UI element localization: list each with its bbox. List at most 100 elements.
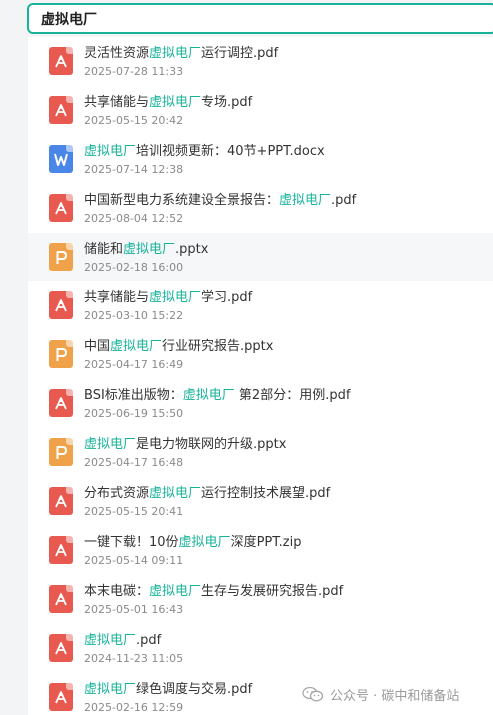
file-name-text: 一键下载！10份: [84, 534, 179, 550]
file-name: 虚拟电厂绿色调度与交易.pdf: [84, 682, 252, 698]
keyword-highlight: 虚拟电厂: [84, 681, 137, 697]
file-name: 虚拟电厂培训视频更新：40节+PPT.docx: [84, 144, 325, 160]
keyword-highlight: 虚拟电厂: [149, 46, 202, 61]
pdf-icon: [49, 584, 73, 613]
file-name: 中国新型电力系统建设全景报告：虚拟电厂.pdf: [84, 193, 356, 209]
left-gutter: [0, 0, 28, 715]
pdf-icon: [49, 487, 73, 516]
file-name: BSI标准出版物：虚拟电厂 第2部分：用例.pdf: [84, 388, 350, 404]
file-date: 2025-05-14 09:11: [84, 553, 184, 567]
file-name-text: 第2部分：用例.pdf: [234, 388, 351, 404]
pdf-icon: [49, 47, 73, 75]
keyword-highlight: 虚拟电厂: [123, 241, 176, 257]
file-name-text: 运行调控.pdf: [201, 46, 279, 61]
ppt-icon: [49, 242, 73, 271]
file-name-text: 绿色调度与交易.pdf: [136, 681, 253, 697]
file-name-text: .pptx: [175, 241, 209, 257]
keyword-highlight: 虚拟电厂: [84, 437, 137, 453]
keyword-highlight: 虚拟电厂: [149, 290, 202, 306]
file-row[interactable]: 储能和虚拟电厂.pptx 2025-02-18 16:00: [28, 232, 493, 282]
file-row[interactable]: 虚拟电厂.pdf 2024-11-23 11:05: [28, 623, 493, 673]
watermark: 公众号 · 碳中和储备站: [302, 684, 459, 704]
watermark-text: 公众号 · 碳中和储备站: [330, 688, 460, 704]
file-name: 本末电碳：虚拟电厂生存与发展研究报告.pdf: [84, 584, 343, 600]
file-row[interactable]: 虚拟电厂培训视频更新：40节+PPT.docx 2025-07-14 12:38: [28, 134, 493, 184]
file-date: 2025-05-15 20:42: [84, 113, 184, 127]
file-name-text: 深度PPT.zip: [230, 534, 302, 550]
file-row[interactable]: 虚拟电厂是电力物联网的升级.pptx 2025-04-17 16:48: [28, 428, 493, 478]
file-row[interactable]: 共享储能与虚拟电厂专场.pdf 2025-05-15 20:42: [28, 85, 493, 135]
file-name-text: 是电力物联网的升级.pptx: [136, 437, 287, 453]
keyword-highlight: 虚拟电厂: [110, 339, 163, 355]
pdf-icon: [49, 633, 73, 662]
ppt-icon: [49, 438, 73, 467]
keyword-highlight: 虚拟电厂: [149, 94, 202, 110]
file-row[interactable]: 灵活性资源虚拟电厂运行调控.pdf 2025-07-28 11:33: [28, 37, 493, 86]
keyword-highlight: 虚拟电厂: [149, 486, 202, 502]
file-name-text: 灵活性资源: [84, 46, 150, 61]
file-row[interactable]: 中国虚拟电厂行业研究报告.pptx 2025-04-17 16:49: [28, 330, 493, 380]
file-row[interactable]: BSI标准出版物：虚拟电厂 第2部分：用例.pdf 2025-06-19 15:5…: [28, 379, 493, 429]
file-row[interactable]: 一键下载！10份虚拟电厂深度PPT.zip 2025-05-14 09:11: [28, 525, 493, 575]
file-row[interactable]: 分布式资源虚拟电厂运行控制技术展望.pdf 2025-05-15 20:41: [28, 477, 493, 526]
keyword-highlight: 虚拟电厂: [279, 192, 332, 208]
ppt-icon: [49, 340, 73, 369]
file-name-text: 中国: [84, 339, 111, 355]
file-name: 一键下载！10份虚拟电厂深度PPT.zip: [84, 535, 301, 551]
file-name: 中国虚拟电厂行业研究报告.pptx: [84, 339, 273, 355]
search-box[interactable]: [27, 3, 493, 34]
file-list: 灵活性资源虚拟电厂运行调控.pdf 2025-07-28 11:33 共享储能与虚拟…: [28, 37, 493, 715]
file-name-text: 培训视频更新：40节+PPT.docx: [136, 143, 325, 159]
keyword-highlight: 虚拟电厂: [84, 632, 137, 648]
file-name-text: 学习.pdf: [201, 290, 253, 306]
file-name-text: 共享储能与: [84, 94, 150, 110]
file-name: 储能和虚拟电厂.pptx: [84, 242, 208, 258]
file-date: 2025-08-04 12:52: [84, 211, 184, 225]
file-name-text: 生存与发展研究报告.pdf: [201, 583, 344, 599]
keyword-highlight: 虚拟电厂: [149, 583, 202, 599]
file-name: 灵活性资源虚拟电厂运行调控.pdf: [84, 46, 278, 62]
file-row[interactable]: 中国新型电力系统建设全景报告：虚拟电厂.pdf 2025-08-04 12:52: [28, 183, 493, 233]
file-date: 2025-05-01 16:43: [84, 602, 184, 616]
file-name-text: 中国新型电力系统建设全景报告：: [84, 192, 280, 208]
file-date: 2025-07-14 12:38: [84, 162, 184, 176]
file-row[interactable]: 本末电碳：虚拟电厂生存与发展研究报告.pdf 2025-05-01 16:43: [28, 574, 493, 624]
keyword-highlight: 虚拟电厂: [182, 388, 235, 404]
file-name: 共享储能与虚拟电厂专场.pdf: [84, 95, 252, 111]
file-name-text: 运行控制技术展望.pdf: [201, 486, 331, 502]
keyword-highlight: 虚拟电厂: [178, 534, 231, 550]
file-name: 虚拟电厂.pdf: [84, 633, 161, 649]
file-name-text: 本末电碳：: [84, 583, 150, 599]
pdf-icon: [49, 193, 73, 222]
search-input[interactable]: [41, 9, 461, 29]
pdf-icon: [49, 389, 73, 418]
keyword-highlight: 虚拟电厂: [84, 143, 137, 159]
file-name-text: .pdf: [331, 192, 357, 208]
file-date: 2025-07-28 11:33: [84, 65, 184, 78]
file-name-text: 分布式资源: [84, 486, 150, 502]
file-row[interactable]: 共享储能与虚拟电厂学习.pdf 2025-03-10 15:22: [28, 281, 493, 331]
file-date: 2025-02-18 16:00: [84, 260, 184, 274]
pdf-icon: [49, 535, 73, 564]
pdf-icon: [49, 95, 73, 124]
file-date: 2025-03-10 15:22: [84, 309, 184, 323]
file-name: 虚拟电厂是电力物联网的升级.pptx: [84, 437, 286, 453]
file-name: 共享储能与虚拟电厂学习.pdf: [84, 290, 252, 306]
file-date: 2024-11-23 11:05: [84, 651, 184, 665]
file-name-text: 专场.pdf: [201, 94, 253, 110]
file-date: 2025-04-17 16:49: [84, 358, 184, 372]
file-name-text: BSI标准出版物：: [84, 388, 183, 404]
file-name-text: 共享储能与: [84, 290, 150, 306]
wechat-icon: [302, 686, 324, 702]
word-icon: [49, 144, 73, 173]
file-date: 2025-05-15 20:41: [84, 505, 184, 519]
file-name-text: 行业研究报告.pptx: [162, 339, 274, 355]
pdf-icon: [49, 682, 73, 711]
file-date: 2025-04-17 16:48: [84, 456, 184, 470]
file-name-text: .pdf: [136, 632, 162, 648]
file-name-text: 储能和: [84, 241, 124, 257]
pdf-icon: [49, 291, 73, 320]
file-name: 分布式资源虚拟电厂运行控制技术展望.pdf: [84, 486, 330, 502]
file-date: 2025-06-19 15:50: [84, 407, 184, 421]
file-date: 2025-02-16 12:59: [84, 700, 184, 714]
